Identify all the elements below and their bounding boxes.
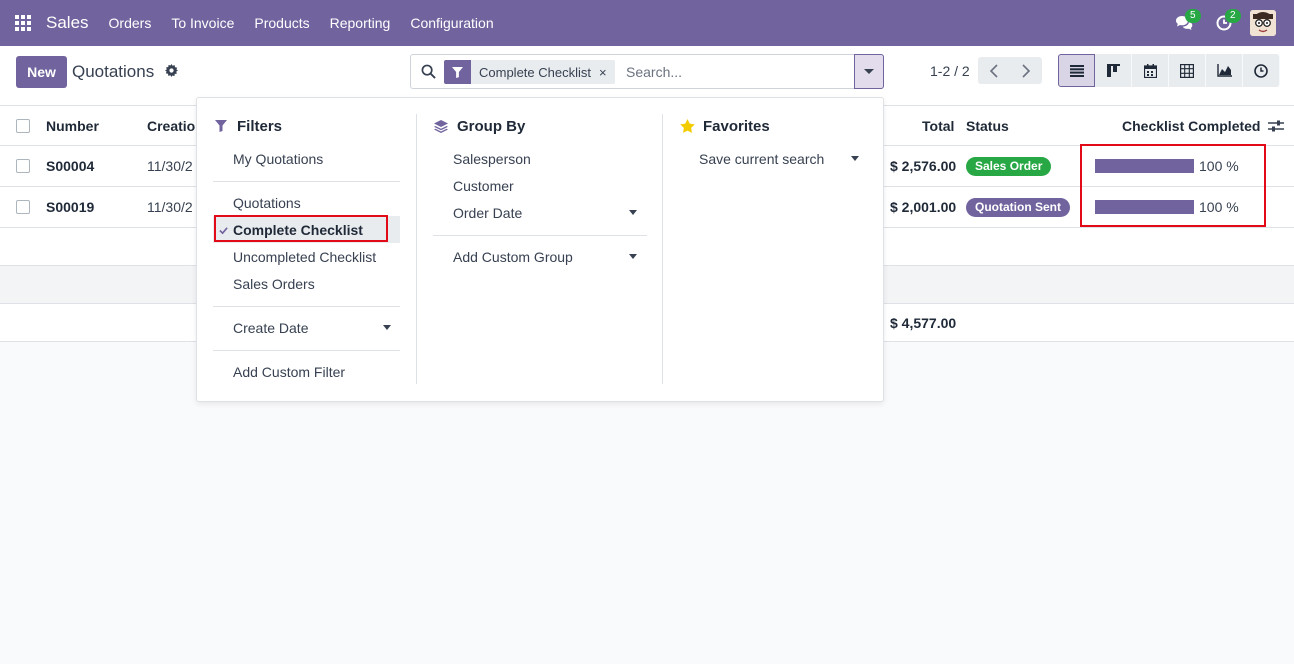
area-chart-icon	[1216, 64, 1232, 77]
filter-my-quotations[interactable]: My Quotations	[213, 145, 323, 172]
activity-view-button[interactable]	[1243, 54, 1280, 87]
filters-section: Filters My Quotations Quotations Complet…	[213, 114, 400, 380]
menu-orders[interactable]: Orders	[109, 15, 152, 31]
search-options-dropdown: Filters My Quotations Quotations Complet…	[196, 97, 884, 402]
add-custom-group[interactable]: Add Custom Group	[433, 243, 647, 270]
column-divider	[416, 114, 417, 384]
calendar-view-button[interactable]	[1132, 54, 1169, 87]
caret-down-icon	[864, 69, 874, 74]
header-number[interactable]: Number	[46, 106, 99, 145]
header-total[interactable]: Total	[922, 106, 954, 145]
column-divider	[662, 114, 663, 384]
pivot-view-button[interactable]	[1169, 54, 1206, 87]
filters-title: Filters	[213, 114, 400, 138]
optional-columns-icon[interactable]	[1268, 106, 1284, 145]
page-title[interactable]: Quotations	[72, 62, 154, 82]
divider	[213, 350, 400, 351]
chevron-left-icon	[989, 63, 998, 78]
divider	[213, 181, 400, 182]
caret-down-icon	[629, 254, 637, 259]
row-checkbox[interactable]	[16, 187, 30, 227]
apps-menu-icon[interactable]	[0, 0, 46, 46]
row-status: Sales Order	[966, 146, 1052, 186]
checklist-highlight	[1080, 144, 1266, 227]
row-total: $ 2,001.00	[890, 199, 957, 215]
header-status[interactable]: Status	[966, 106, 1009, 145]
activities-count-badge: 2	[1225, 9, 1241, 23]
menu-products[interactable]: Products	[254, 15, 309, 31]
select-all-checkbox[interactable]	[16, 106, 30, 145]
layers-icon	[433, 119, 449, 133]
row-checkbox[interactable]	[16, 146, 30, 186]
caret-down-icon	[629, 210, 637, 215]
view-switcher	[1058, 54, 1280, 87]
row-creation-date: 11/30/2	[147, 199, 193, 215]
group-by-salesperson[interactable]: Salesperson	[433, 145, 531, 172]
pager-value[interactable]: 1-2 / 2	[930, 63, 970, 79]
favorites-section: Favorites Save current search	[679, 114, 861, 167]
menu-reporting[interactable]: Reporting	[330, 15, 391, 31]
search-bar: Complete Checklist ×	[410, 54, 884, 89]
search-options-toggle[interactable]	[854, 54, 884, 89]
divider	[213, 306, 400, 307]
header-creation-date[interactable]: Creatio	[147, 106, 195, 145]
pager-next-button[interactable]	[1010, 57, 1042, 84]
group-by-title: Group By	[433, 114, 647, 138]
row-number: S00004	[46, 158, 95, 174]
chevron-right-icon	[1022, 63, 1031, 78]
menu-configuration[interactable]: Configuration	[410, 15, 493, 31]
caret-down-icon	[383, 325, 391, 330]
favorites-title: Favorites	[679, 114, 861, 138]
row-status: Quotation Sent	[966, 187, 1070, 227]
filter-icon	[444, 60, 471, 84]
kanban-view-button[interactable]	[1095, 54, 1132, 87]
star-icon	[679, 119, 695, 133]
messages-count-badge: 5	[1185, 9, 1201, 23]
search-icon	[421, 64, 436, 82]
filter-create-date[interactable]: Create Date	[213, 314, 400, 341]
save-current-search[interactable]: Save current search	[679, 145, 861, 172]
filter-icon	[213, 120, 229, 132]
filter-uncompleted-checklist[interactable]: Uncompleted Checklist	[213, 243, 376, 270]
calendar-icon	[1143, 63, 1157, 78]
new-button[interactable]: New	[16, 56, 67, 88]
list-icon	[1069, 64, 1084, 77]
add-custom-filter[interactable]: Add Custom Filter	[213, 358, 345, 385]
top-navbar: Sales Orders To Invoice Products Reporti…	[0, 0, 1294, 46]
complete-checklist-highlight	[214, 215, 388, 242]
facet-remove-icon[interactable]: ×	[599, 60, 615, 84]
messages-button[interactable]: 5	[1164, 0, 1204, 46]
group-by-section: Group By Salesperson Customer Order Date…	[433, 114, 647, 265]
header-checklist-completed[interactable]: Checklist Completed	[1122, 106, 1260, 145]
group-by-order-date[interactable]: Order Date	[433, 199, 647, 226]
caret-down-icon	[851, 156, 859, 161]
activities-button[interactable]: 2	[1204, 0, 1244, 46]
grand-total: $ 4,577.00	[890, 314, 957, 331]
user-avatar[interactable]	[1250, 10, 1276, 36]
row-total: $ 2,576.00	[890, 158, 957, 174]
app-name[interactable]: Sales	[46, 13, 89, 33]
divider	[433, 235, 647, 236]
status-badge: Sales Order	[966, 156, 1052, 176]
kanban-icon	[1106, 64, 1120, 77]
row-number: S00019	[46, 199, 95, 215]
gear-icon[interactable]	[165, 64, 178, 80]
filter-quotations[interactable]: Quotations	[213, 189, 301, 216]
pager-previous-button[interactable]	[978, 57, 1010, 84]
list-view-button[interactable]	[1058, 54, 1095, 87]
search-facet: Complete Checklist ×	[444, 60, 615, 84]
facet-label: Complete Checklist	[479, 64, 591, 80]
clock-icon	[1254, 63, 1268, 78]
menu-to-invoice[interactable]: To Invoice	[171, 15, 234, 31]
filter-sales-orders[interactable]: Sales Orders	[213, 270, 315, 297]
status-badge: Quotation Sent	[966, 197, 1070, 217]
search-input[interactable]	[626, 60, 846, 84]
row-creation-date: 11/30/2	[147, 158, 193, 174]
group-by-customer[interactable]: Customer	[433, 172, 514, 199]
table-icon	[1180, 63, 1194, 78]
graph-view-button[interactable]	[1206, 54, 1243, 87]
